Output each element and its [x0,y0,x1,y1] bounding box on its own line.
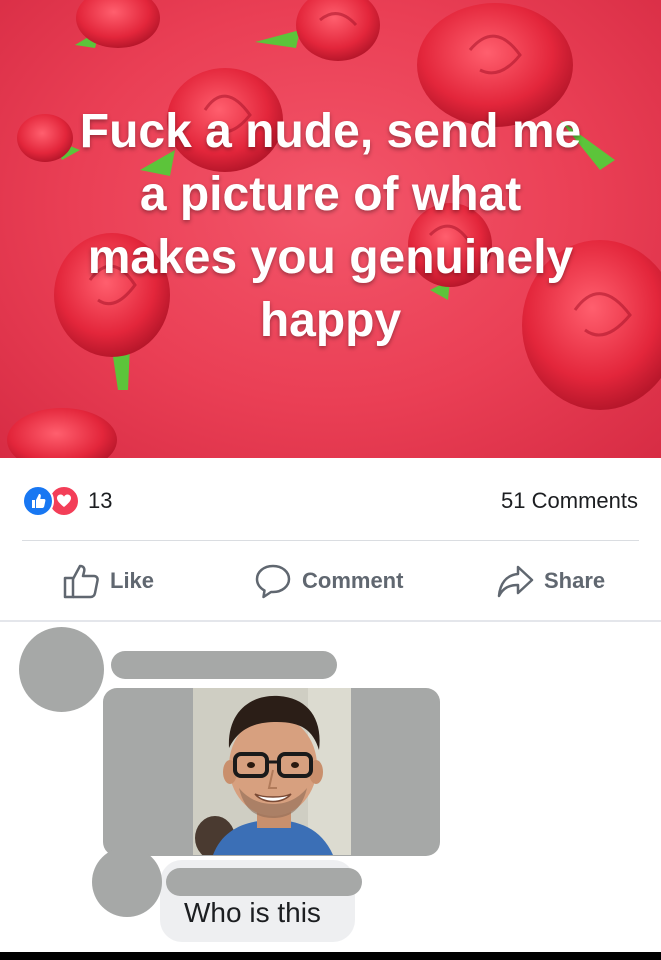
reaction-count: 13 [88,488,113,513]
comments-count-link[interactable]: 51 Comments [501,488,638,514]
post-quote-text: Fuck a nude, send me a picture of what m… [0,100,661,352]
redacted-avatar[interactable] [19,627,104,712]
redacted-avatar[interactable] [92,847,162,917]
reply-comment-text: Who is this [184,897,321,928]
share-arrow-icon [497,565,534,598]
share-label: Share [544,568,606,593]
redacted-name [166,868,362,896]
reactions-summary[interactable]: 13 [22,485,112,517]
like-label: Like [110,568,155,593]
screen-bottom-edge [0,952,661,960]
post-image[interactable]: Fuck a nude, send me a picture of what m… [0,0,661,458]
quote-line: happy [259,294,402,347]
quote-line: a picture of what [139,168,522,221]
comment-label: Comment [302,568,404,593]
thumbs-up-icon [63,564,99,599]
comment-photo[interactable] [193,688,351,855]
post-stats: 13 51 Comments [0,458,661,540]
quote-line: Fuck a nude, send me [79,105,582,158]
section-separator [0,620,661,622]
post-actions: Like Comment Share [0,541,661,620]
quote-line: makes you genuinely [87,231,574,284]
man-with-glasses-photo [193,688,351,855]
comment-button[interactable]: Comment [254,563,403,599]
like-icon [22,485,54,517]
redacted-name [111,651,337,679]
like-button[interactable]: Like [62,563,154,599]
share-button[interactable]: Share [496,563,605,599]
comment-bubble-icon [255,564,291,599]
